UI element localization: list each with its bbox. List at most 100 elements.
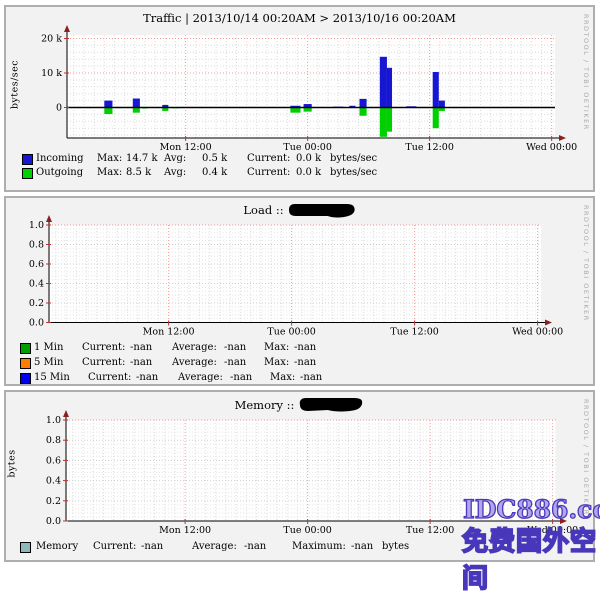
rrdtool-watermark: RRDTOOL / TOBI OETIKER xyxy=(582,14,590,131)
load-1min-average-value: -nan xyxy=(224,342,246,353)
load-legend-1min: 1 Min Current: -nan Average: -nan Max: -… xyxy=(6,342,593,355)
svg-text:1.0: 1.0 xyxy=(29,220,44,231)
svg-text:20 k: 20 k xyxy=(41,34,62,45)
site-watermark-slogan: 免费国外空间 xyxy=(462,521,600,595)
svg-text:0.4: 0.4 xyxy=(46,476,61,487)
x-axis-arrow xyxy=(545,320,552,326)
load-15min-current-label: Current: xyxy=(88,372,131,383)
svg-text:0.0: 0.0 xyxy=(46,516,61,527)
incoming-label: Incoming xyxy=(36,153,84,164)
memory-current-value: -nan xyxy=(141,541,163,552)
svg-text:0.8: 0.8 xyxy=(46,435,61,446)
incoming-bar xyxy=(387,68,392,108)
load-15min-max-value: -nan xyxy=(300,372,322,383)
svg-text:0.4: 0.4 xyxy=(29,279,44,290)
svg-text:Mon 12:00: Mon 12:00 xyxy=(160,142,212,153)
outgoing-bar xyxy=(104,108,112,115)
outgoing-current-value: 0.0 k xyxy=(296,167,321,178)
load-15min-average-label: Average: xyxy=(178,372,223,383)
outgoing-bar xyxy=(290,108,300,113)
svg-text:0.2: 0.2 xyxy=(29,298,44,309)
load-1min-current-value: -nan xyxy=(130,342,152,353)
load-5min-swatch-icon xyxy=(20,358,31,369)
y-axis-arrow xyxy=(46,215,52,222)
svg-text:Wed 00:00: Wed 00:00 xyxy=(526,142,577,153)
outgoing-avg-label: Avg: xyxy=(164,167,186,178)
memory-label: Memory xyxy=(36,541,78,552)
graphs-page: Traffic | 2013/10/14 00:20AM > 2013/10/1… xyxy=(0,0,600,565)
outgoing-bar xyxy=(387,108,392,132)
incoming-avg-label: Avg: xyxy=(164,153,186,164)
y-axis-arrow xyxy=(64,25,70,32)
load-15min-swatch-icon xyxy=(20,373,31,384)
incoming-bar xyxy=(104,101,112,108)
plot-area xyxy=(49,225,541,323)
load-15min-max-label: Max: xyxy=(270,372,295,383)
outgoing-avg-value: 0.4 k xyxy=(202,167,227,178)
svg-text:Tue 12:00: Tue 12:00 xyxy=(406,525,454,536)
incoming-swatch-icon xyxy=(22,154,33,165)
svg-text:10 k: 10 k xyxy=(41,68,62,79)
traffic-legend-outgoing: Outgoing Max: 8.5 k Avg: 0.4 k Current: … xyxy=(6,167,593,180)
load-1min-current-label: Current: xyxy=(82,342,125,353)
load-5min-label: 5 Min xyxy=(34,357,63,368)
load-15min-label: 15 Min xyxy=(34,372,70,383)
memory-swatch-icon xyxy=(20,542,31,553)
load-15min-average-value: -nan xyxy=(230,372,252,383)
svg-text:Mon 12:00: Mon 12:00 xyxy=(143,327,195,338)
incoming-bar xyxy=(133,99,140,108)
load-5min-max-label: Max: xyxy=(264,357,289,368)
site-watermark-domain: IDC886.com xyxy=(463,495,600,524)
outgoing-max-label: Max: xyxy=(97,167,122,178)
svg-text:0.6: 0.6 xyxy=(46,455,61,466)
memory-average-value: -nan xyxy=(244,541,266,552)
load-5min-max-value: -nan xyxy=(294,357,316,368)
incoming-unit: bytes/sec xyxy=(330,153,377,164)
rrdtool-watermark: RRDTOOL / TOBI OETIKER xyxy=(582,205,590,322)
incoming-bar xyxy=(439,101,445,108)
memory-maximum-label: Maximum: xyxy=(292,541,346,552)
outgoing-bar xyxy=(133,108,140,113)
svg-text:1.0: 1.0 xyxy=(46,415,61,426)
traffic-legend-incoming: Incoming Max: 14.7 k Avg: 0.5 k Current:… xyxy=(6,153,593,166)
load-15min-current-value: -nan xyxy=(136,372,158,383)
incoming-max-value: 14.7 k xyxy=(126,153,158,164)
memory-maximum-value: -nan xyxy=(351,541,373,552)
svg-text:Tue 00:00: Tue 00:00 xyxy=(283,525,331,536)
load-1min-max-value: -nan xyxy=(294,342,316,353)
load-legend-5min: 5 Min Current: -nan Average: -nan Max: -… xyxy=(6,357,593,370)
load-5min-average-label: Average: xyxy=(172,357,217,368)
outgoing-bar xyxy=(359,108,366,116)
incoming-bar xyxy=(359,99,366,108)
memory-unit: bytes xyxy=(382,541,409,552)
svg-text:Tue 00:00: Tue 00:00 xyxy=(283,142,331,153)
load-1min-label: 1 Min xyxy=(34,342,63,353)
incoming-current-label: Current: xyxy=(247,153,290,164)
outgoing-bar xyxy=(433,108,439,129)
incoming-bar xyxy=(380,57,387,108)
incoming-max-label: Max: xyxy=(97,153,122,164)
svg-text:0.8: 0.8 xyxy=(29,240,44,251)
svg-text:Wed 00:00: Wed 00:00 xyxy=(512,327,563,338)
outgoing-bar xyxy=(380,108,387,137)
outgoing-label: Outgoing xyxy=(36,167,83,178)
svg-text:0.0: 0.0 xyxy=(29,318,44,329)
load-graph-panel: Load :: 1.00.80.60.40.20.0Mon 12:00Tue 0… xyxy=(4,196,595,386)
load-5min-current-value: -nan xyxy=(130,357,152,368)
load-1min-swatch-icon xyxy=(20,343,31,354)
x-axis-arrow xyxy=(559,135,566,141)
load-legend-15min: 15 Min Current: -nan Average: -nan Max: … xyxy=(6,372,593,384)
svg-text:0.2: 0.2 xyxy=(46,496,61,507)
svg-text:0.6: 0.6 xyxy=(29,259,44,270)
load-1min-max-label: Max: xyxy=(264,342,289,353)
memory-average-label: Average: xyxy=(192,541,237,552)
load-1min-average-label: Average: xyxy=(172,342,217,353)
incoming-current-value: 0.0 k xyxy=(296,153,321,164)
incoming-bar xyxy=(433,72,439,108)
y-axis-arrow xyxy=(63,410,69,417)
svg-text:Tue 12:00: Tue 12:00 xyxy=(405,142,453,153)
load-5min-average-value: -nan xyxy=(224,357,246,368)
traffic-graph-panel: Traffic | 2013/10/14 00:20AM > 2013/10/1… xyxy=(4,5,595,192)
outgoing-current-label: Current: xyxy=(247,167,290,178)
svg-text:Tue 12:00: Tue 12:00 xyxy=(390,327,438,338)
